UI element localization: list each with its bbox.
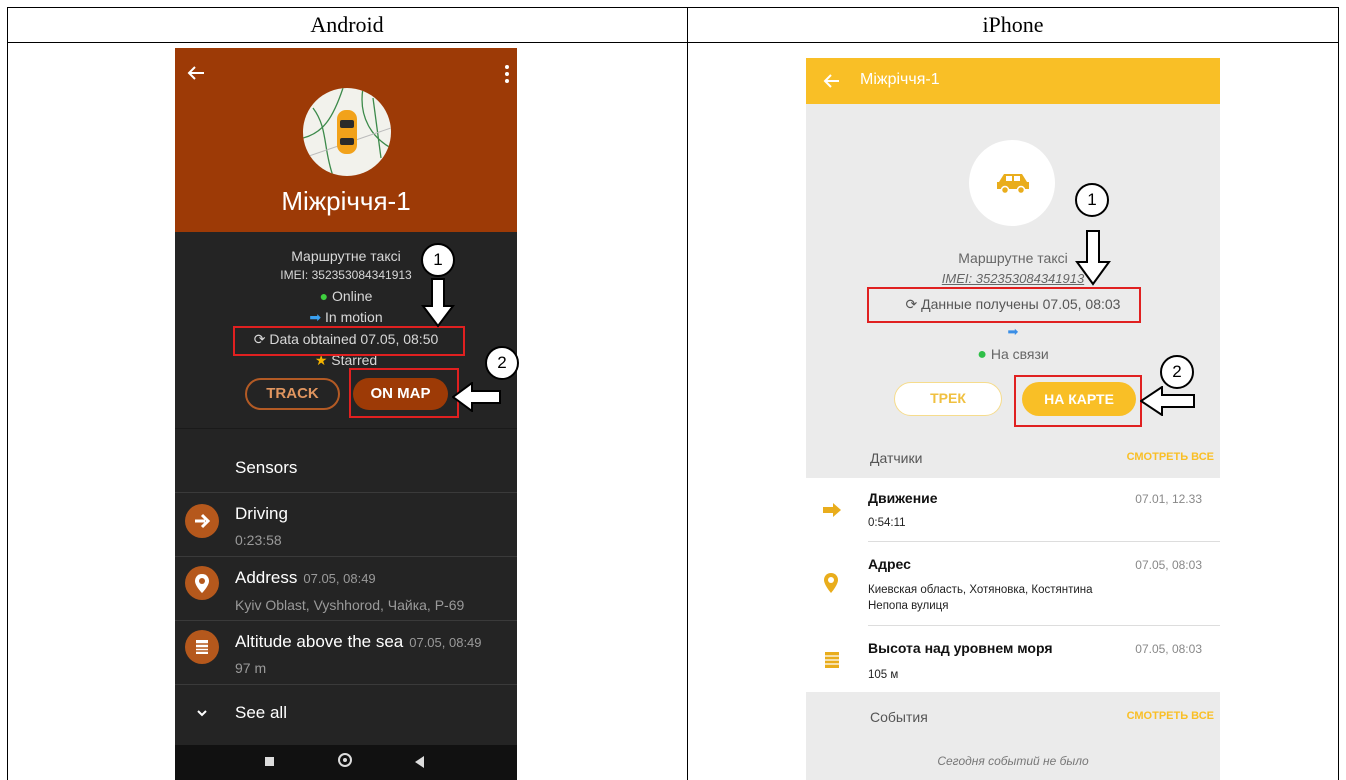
sensors-title: Датчики xyxy=(870,450,923,466)
table-border-middle xyxy=(687,7,688,780)
table-border-top xyxy=(7,7,1339,8)
row-divider xyxy=(868,625,1220,626)
sensor-name[interactable]: Высота над уровнем моря xyxy=(868,640,1052,656)
recent-apps-icon[interactable] xyxy=(265,757,274,766)
vehicle-title: Міжріччя-1 xyxy=(860,71,940,88)
sensor-time: 07.01, 12.33 xyxy=(1135,492,1202,506)
vehicle-avatar xyxy=(969,140,1055,226)
vehicle-imei: IMEI: 352353084341913 xyxy=(941,271,1085,286)
sensor-name[interactable]: Altitude above the sea 07.05, 08:49 xyxy=(235,632,482,652)
sensor-name[interactable]: Address 07.05, 08:49 xyxy=(235,568,376,588)
events-see-all-link[interactable]: СМОТРЕТЬ ВСЕ xyxy=(1127,710,1214,722)
android-header: Міжріччя-1 xyxy=(175,48,517,232)
row-divider xyxy=(175,620,517,621)
marker-1: 1 xyxy=(421,243,455,277)
row-divider xyxy=(175,684,517,685)
sensor-name-label: Driving xyxy=(235,504,288,523)
highlight-on-map xyxy=(349,368,459,418)
sensors-see-all-link[interactable]: СМОТРЕТЬ ВСЕ xyxy=(1127,451,1214,463)
left-arrow-annotation-icon xyxy=(452,382,501,412)
column-title-android: Android xyxy=(310,12,384,37)
altitude-icon xyxy=(825,652,839,668)
track-button[interactable]: ТРЕК xyxy=(894,382,1002,416)
sensor-value-line: Киевская область, Хотяновка, Костянтина xyxy=(868,584,1093,596)
iphone-screen: Міжріччя-1 Маршрутне таксі IMEI: 3523530… xyxy=(806,58,1220,780)
sensor-value: 0:54:11 xyxy=(868,517,906,529)
table-border-right xyxy=(1338,7,1339,780)
back-arrow-icon[interactable] xyxy=(185,62,207,84)
sensors-section-header: Датчики СМОТРЕТЬ ВСЕ xyxy=(806,432,1220,478)
sensor-value: Kyiv Oblast, Vyshhorod, Чайка, Р-69 xyxy=(235,597,465,613)
car-icon xyxy=(997,174,1029,194)
sensors-title: Sensors xyxy=(235,458,298,477)
more-vert-icon[interactable] xyxy=(503,64,511,84)
back-nav-icon[interactable] xyxy=(413,755,425,769)
arrow-right-icon xyxy=(823,503,841,517)
status-online-label: Online xyxy=(331,288,373,304)
track-button[interactable]: TRACK xyxy=(245,378,340,410)
table-border-left xyxy=(7,7,8,780)
marker-1: 1 xyxy=(1075,183,1109,217)
sensor-name[interactable]: Адрес xyxy=(868,556,911,572)
status-online-label: На связи xyxy=(990,346,1049,362)
back-arrow-icon[interactable] xyxy=(822,71,842,91)
online-dot-icon: ● xyxy=(977,346,987,363)
row-divider xyxy=(175,556,517,557)
status-online: ● Online xyxy=(175,288,517,304)
sensor-value: 0:23:58 xyxy=(235,532,282,548)
table-border-header xyxy=(7,42,1339,43)
status-motion-label: In motion xyxy=(325,309,383,325)
sensor-name[interactable]: Driving xyxy=(235,504,288,524)
row-divider xyxy=(175,492,517,493)
vehicle-imei: IMEI: 352353084341913 xyxy=(280,268,412,282)
section-divider xyxy=(175,428,517,429)
row-divider xyxy=(868,541,1220,542)
sensor-value: 97 m xyxy=(235,660,267,676)
sensor-value: 105 м xyxy=(868,669,899,681)
location-pin-icon xyxy=(824,573,838,593)
see-all-link[interactable]: See all xyxy=(235,703,287,723)
down-arrow-annotation-icon xyxy=(421,278,455,328)
sensor-name[interactable]: Движение xyxy=(868,490,938,506)
location-pin-icon xyxy=(185,566,219,600)
marker-2: 2 xyxy=(485,346,519,380)
vehicle-title: Міжріччя-1 xyxy=(281,186,411,216)
car-map-icon xyxy=(303,88,391,176)
events-empty-message: Сегодня событий не было xyxy=(937,754,1089,768)
iphone-header: Міжріччя-1 xyxy=(806,58,1220,104)
sensor-time: 07.05, 08:03 xyxy=(1135,642,1202,656)
sensor-name-label: Altitude above the sea xyxy=(235,632,404,651)
motion-arrow-icon: ➡ xyxy=(309,309,322,325)
motion-arrow-icon: ➡ xyxy=(1007,324,1019,339)
chevron-down-icon[interactable] xyxy=(195,706,209,720)
vehicle-group: Маршрутне таксі xyxy=(291,248,401,264)
highlight-data-obtained xyxy=(233,326,465,356)
status-motion: ➡ In motion xyxy=(175,309,517,326)
marker-2: 2 xyxy=(1160,355,1194,389)
sensor-time: 07.05, 08:49 xyxy=(409,635,482,650)
sensor-time: 07.05, 08:03 xyxy=(1135,558,1202,572)
vehicle-group: Маршрутне таксі xyxy=(958,250,1068,266)
altitude-icon xyxy=(185,630,219,664)
online-dot-icon: ● xyxy=(319,288,329,304)
status-online: ● На связи xyxy=(806,346,1220,364)
sensor-value: Киевская область, Хотяновка, Костянтина … xyxy=(868,582,1093,614)
vehicle-avatar xyxy=(303,88,391,176)
column-title-iphone: iPhone xyxy=(982,12,1044,37)
events-title: События xyxy=(870,709,928,725)
system-nav-bar xyxy=(175,745,517,780)
arrow-right-icon xyxy=(185,504,219,538)
sensor-value-line: Непопа вулиця xyxy=(868,600,949,612)
android-screen: Міжріччя-1 Маршрутне таксі IMEI: 3523530… xyxy=(175,48,517,780)
highlight-data-obtained xyxy=(867,287,1141,323)
down-arrow-annotation-icon xyxy=(1075,230,1111,286)
sensors-list: Движение 07.01, 12.33 0:54:11 Адрес 07.0… xyxy=(806,478,1220,692)
events-section-header: События СМОТРЕТЬ ВСЕ xyxy=(806,692,1220,738)
sensor-name-label: Address xyxy=(235,568,298,587)
home-icon[interactable] xyxy=(338,753,352,767)
left-arrow-annotation-icon xyxy=(1140,386,1195,416)
highlight-on-map xyxy=(1014,375,1142,427)
sensor-time: 07.05, 08:49 xyxy=(303,571,376,586)
